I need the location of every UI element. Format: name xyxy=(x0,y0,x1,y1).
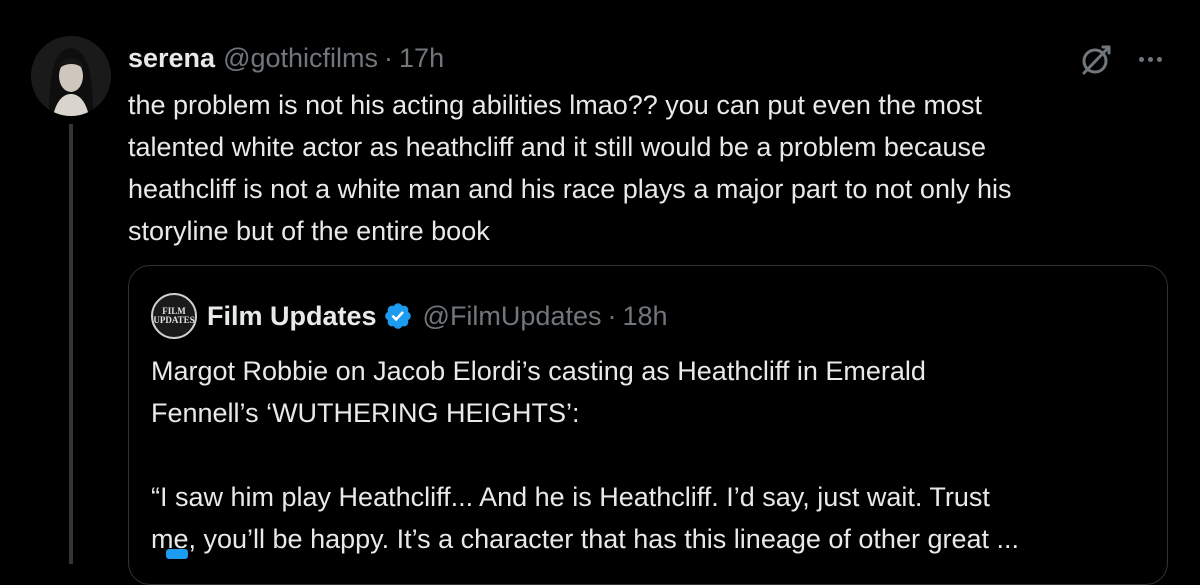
dot xyxy=(1147,56,1153,62)
quoted-timestamp[interactable]: 18h xyxy=(623,301,668,332)
tweet-text-line: storyline but of the entire book xyxy=(128,216,490,246)
grok-icon[interactable] xyxy=(1078,42,1114,78)
tweet-timestamp[interactable]: 17h xyxy=(399,43,444,74)
quoted-text-line: “I saw him play Heathcliff... And he is … xyxy=(151,482,990,512)
quoted-text-line: Fennell’s ‘WUTHERING HEIGHTS’: xyxy=(151,398,580,428)
quoted-author-avatar[interactable]: FILM UPDATES xyxy=(151,293,197,339)
quoted-author-name[interactable]: Film Updates xyxy=(207,301,377,332)
quoted-tweet-card[interactable]: FILM UPDATES Film Updates @FilmUpdates ·… xyxy=(128,265,1168,585)
dot xyxy=(1156,56,1162,62)
logo-text: UPDATES xyxy=(153,315,195,325)
quoted-avatar-logo: FILM UPDATES xyxy=(153,307,194,325)
quoted-author-handle[interactable]: @FilmUpdates xyxy=(423,301,602,332)
tweet-text-line: talented white actor as heathcliff and i… xyxy=(128,132,987,162)
author-handle[interactable]: @gothicfilms xyxy=(223,43,378,74)
quoted-tweet-header: FILM UPDATES Film Updates @FilmUpdates ·… xyxy=(151,293,668,339)
quoted-tweet-text: Margot Robbie on Jacob Elordi’s casting … xyxy=(151,350,1141,560)
verified-badge-icon xyxy=(384,303,411,329)
tweet-header: serena @gothicfilms · 17h xyxy=(128,38,444,78)
more-dots-icon[interactable] xyxy=(1130,44,1170,74)
author-name[interactable]: serena xyxy=(128,43,215,74)
quoted-header-separator: · xyxy=(607,300,617,331)
avatar-portrait xyxy=(31,36,111,116)
tweet-text-line: heathcliff is not a white man and his ra… xyxy=(128,174,1012,204)
dot xyxy=(1138,56,1144,62)
quoted-text-line: Margot Robbie on Jacob Elordi’s casting … xyxy=(151,356,926,386)
author-avatar[interactable] xyxy=(31,36,111,116)
header-separator: · xyxy=(384,42,394,73)
partial-emoji-icon xyxy=(166,549,188,559)
thread-connector-line xyxy=(69,124,73,564)
quoted-text-blank-line xyxy=(151,434,1141,476)
tweet-text-line: the problem is not his acting abilities … xyxy=(128,90,982,120)
tweet-text: the problem is not his acting abilities … xyxy=(128,84,1168,252)
quoted-text-line: me, you’ll be happy. It’s a character th… xyxy=(151,524,1019,554)
